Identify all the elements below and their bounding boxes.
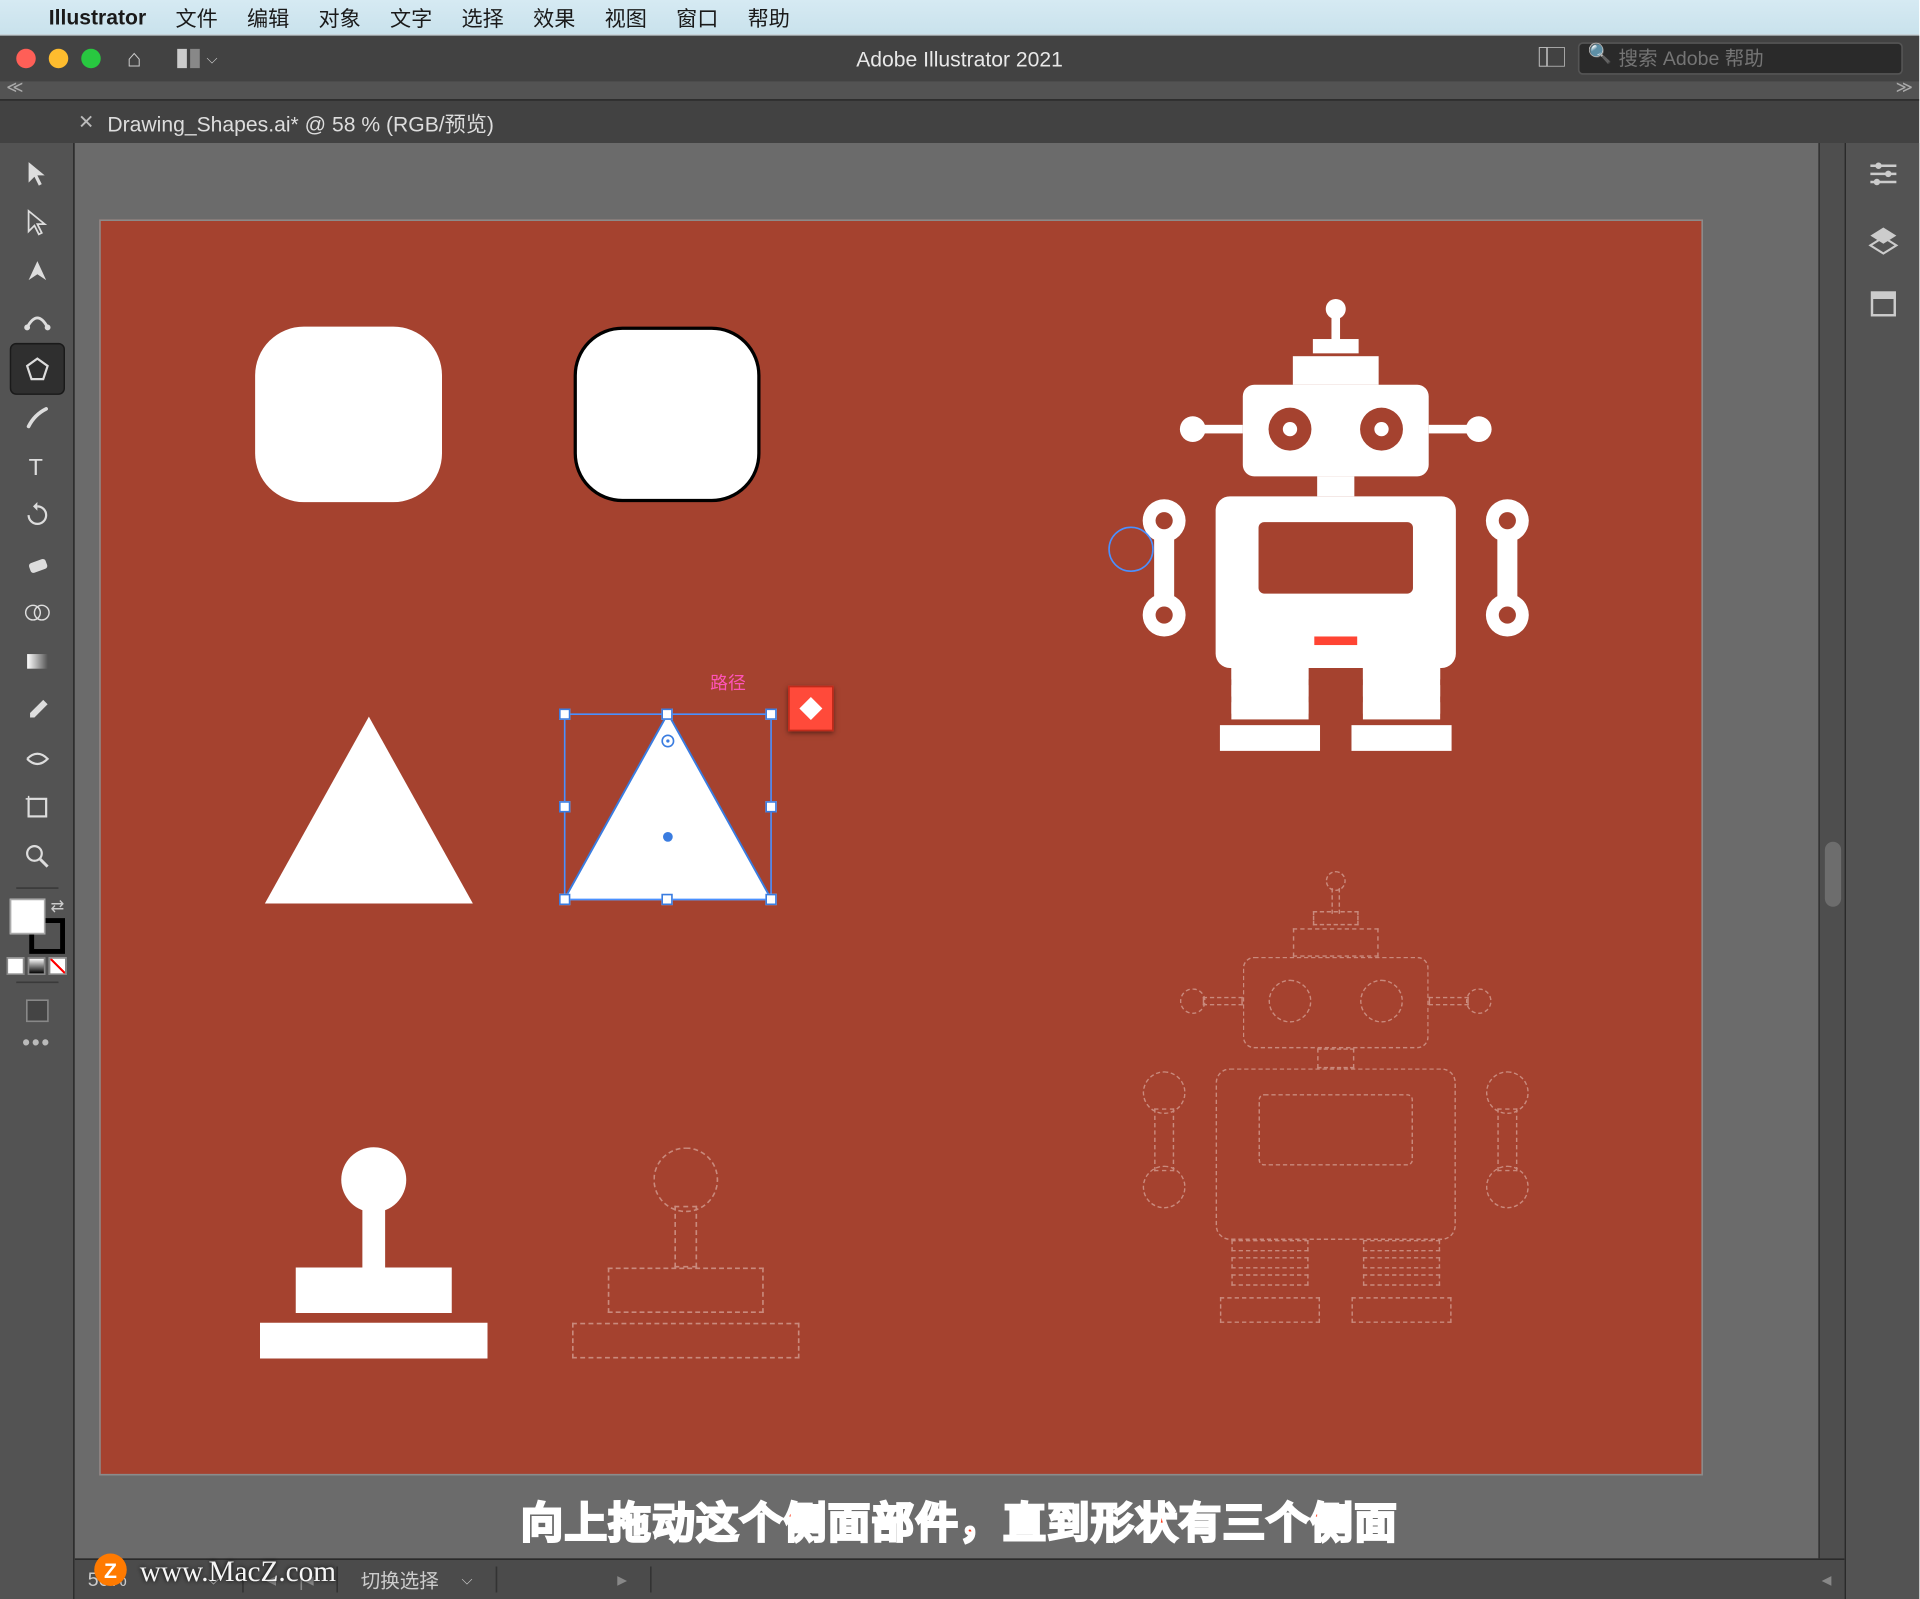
- type-tool[interactable]: T: [11, 442, 63, 491]
- status-label[interactable]: 切换选择: [361, 1566, 439, 1594]
- fullscreen-window-button[interactable]: [81, 49, 101, 69]
- direct-selection-tool[interactable]: [11, 198, 63, 247]
- window-controls: [16, 49, 101, 69]
- control-bar[interactable]: [0, 81, 1919, 101]
- tutorial-subtitle: 向上拖动这个侧面部件，直到形状有三个侧面: [521, 1490, 1399, 1550]
- libraries-panel-icon[interactable]: [1861, 283, 1903, 325]
- svg-text:T: T: [28, 454, 42, 480]
- menu-view[interactable]: 视图: [605, 2, 647, 33]
- selection-bounding-box[interactable]: [564, 713, 772, 900]
- right-panel-dock: [1844, 143, 1919, 1599]
- selection-tool[interactable]: [11, 150, 63, 199]
- properties-panel-icon[interactable]: [1861, 153, 1903, 195]
- menu-app-name[interactable]: Illustrator: [49, 5, 146, 29]
- artboard[interactable]: 路径: [99, 219, 1703, 1475]
- pen-tool[interactable]: [11, 247, 63, 296]
- scroll-left-icon[interactable]: ◂: [1822, 1568, 1832, 1591]
- width-tool[interactable]: [11, 735, 63, 784]
- window-titlebar: ⌂ ⌵ Adobe Illustrator 2021 🔍: [0, 36, 1919, 82]
- path-selection-ring[interactable]: [1108, 527, 1154, 573]
- watermark-text: www.MacZ.com: [140, 1555, 336, 1589]
- eyedropper-tool[interactable]: [11, 686, 63, 735]
- anchor-point-icon[interactable]: [661, 735, 674, 748]
- joystick-shape[interactable]: [260, 1147, 488, 1358]
- menu-effect[interactable]: 效果: [533, 2, 575, 33]
- resize-handle[interactable]: [765, 894, 776, 905]
- joystick-outline-shape[interactable]: [572, 1147, 800, 1358]
- help-search-input[interactable]: [1578, 42, 1903, 75]
- resize-handle[interactable]: [765, 709, 776, 720]
- layers-panel-icon[interactable]: [1861, 218, 1903, 260]
- close-tab-icon[interactable]: ✕: [78, 111, 94, 134]
- selected-triangle[interactable]: 路径: [541, 696, 795, 917]
- next-artboard-icon[interactable]: ▸: [617, 1568, 627, 1591]
- menu-type[interactable]: 文字: [390, 2, 432, 33]
- swap-fill-stroke-icon[interactable]: ⇄: [51, 899, 65, 917]
- edit-toolbar-icon[interactable]: •••: [22, 1029, 51, 1055]
- illustrator-window: ⌂ ⌵ Adobe Illustrator 2021 🔍 ✕: [0, 36, 1919, 1599]
- center-point-icon[interactable]: [663, 831, 673, 841]
- rounded-rect-stroked-shape[interactable]: [574, 327, 761, 503]
- menu-object[interactable]: 对象: [319, 2, 361, 33]
- menu-help[interactable]: 帮助: [748, 2, 790, 33]
- document-tab-bar: ✕ Drawing_Shapes.ai* @ 58 % (RGB/预览): [0, 101, 1919, 143]
- watermark-badge: Z: [94, 1554, 127, 1587]
- minimize-window-button[interactable]: [49, 49, 69, 69]
- paintbrush-tool[interactable]: [11, 393, 63, 442]
- rotate-tool[interactable]: [11, 491, 63, 540]
- document-tab-label: Drawing_Shapes.ai* @ 58 % (RGB/预览): [107, 106, 494, 137]
- menu-edit[interactable]: 编辑: [247, 2, 289, 33]
- resize-handle[interactable]: [559, 894, 570, 905]
- curvature-tool[interactable]: [11, 296, 63, 345]
- menu-file[interactable]: 文件: [175, 2, 217, 33]
- shape-builder-tool[interactable]: [11, 588, 63, 637]
- resize-handle[interactable]: [661, 894, 672, 905]
- resize-handle[interactable]: [559, 800, 570, 811]
- close-window-button[interactable]: [16, 49, 36, 69]
- rounded-rect-shape[interactable]: [255, 327, 442, 503]
- gradient-tool[interactable]: [11, 637, 63, 686]
- polygon-side-widget[interactable]: [788, 686, 834, 732]
- menu-select[interactable]: 选择: [462, 2, 504, 33]
- eraser-tool[interactable]: [11, 540, 63, 589]
- toolbox: T ⇄ •••: [0, 143, 75, 1599]
- status-bar: ⌵ ◂ |◂ 切换选择 ⌵ ▸ ◂: [75, 1558, 1845, 1599]
- draw-mode-buttons[interactable]: [25, 999, 48, 1022]
- fill-stroke-swatch[interactable]: ⇄: [9, 899, 64, 954]
- menu-window[interactable]: 窗口: [676, 2, 718, 33]
- triangle-shape[interactable]: [265, 717, 473, 904]
- polygon-tool[interactable]: [11, 345, 63, 394]
- resize-handle[interactable]: [765, 800, 776, 811]
- color-mode-swatches[interactable]: [7, 957, 67, 975]
- canvas-area[interactable]: 路径: [75, 143, 1845, 1599]
- macos-menubar[interactable]: Illustrator 文件 编辑 对象 文字 选择 效果 视图 窗口 帮助: [0, 0, 1919, 36]
- zoom-tool[interactable]: [11, 832, 63, 881]
- vertical-scrollbar[interactable]: [1818, 143, 1844, 1558]
- resize-handle[interactable]: [661, 709, 672, 720]
- path-hint-label: 路径: [710, 670, 746, 696]
- arrange-documents-icon[interactable]: ⌵: [177, 49, 217, 69]
- artboard-tool[interactable]: [11, 783, 63, 832]
- home-icon[interactable]: ⌂: [127, 45, 142, 73]
- window-title: Adobe Illustrator 2021: [856, 46, 1063, 70]
- document-tab[interactable]: ✕ Drawing_Shapes.ai* @ 58 % (RGB/预览): [78, 106, 494, 137]
- workspace-icon[interactable]: [1539, 46, 1565, 72]
- resize-handle[interactable]: [559, 709, 570, 720]
